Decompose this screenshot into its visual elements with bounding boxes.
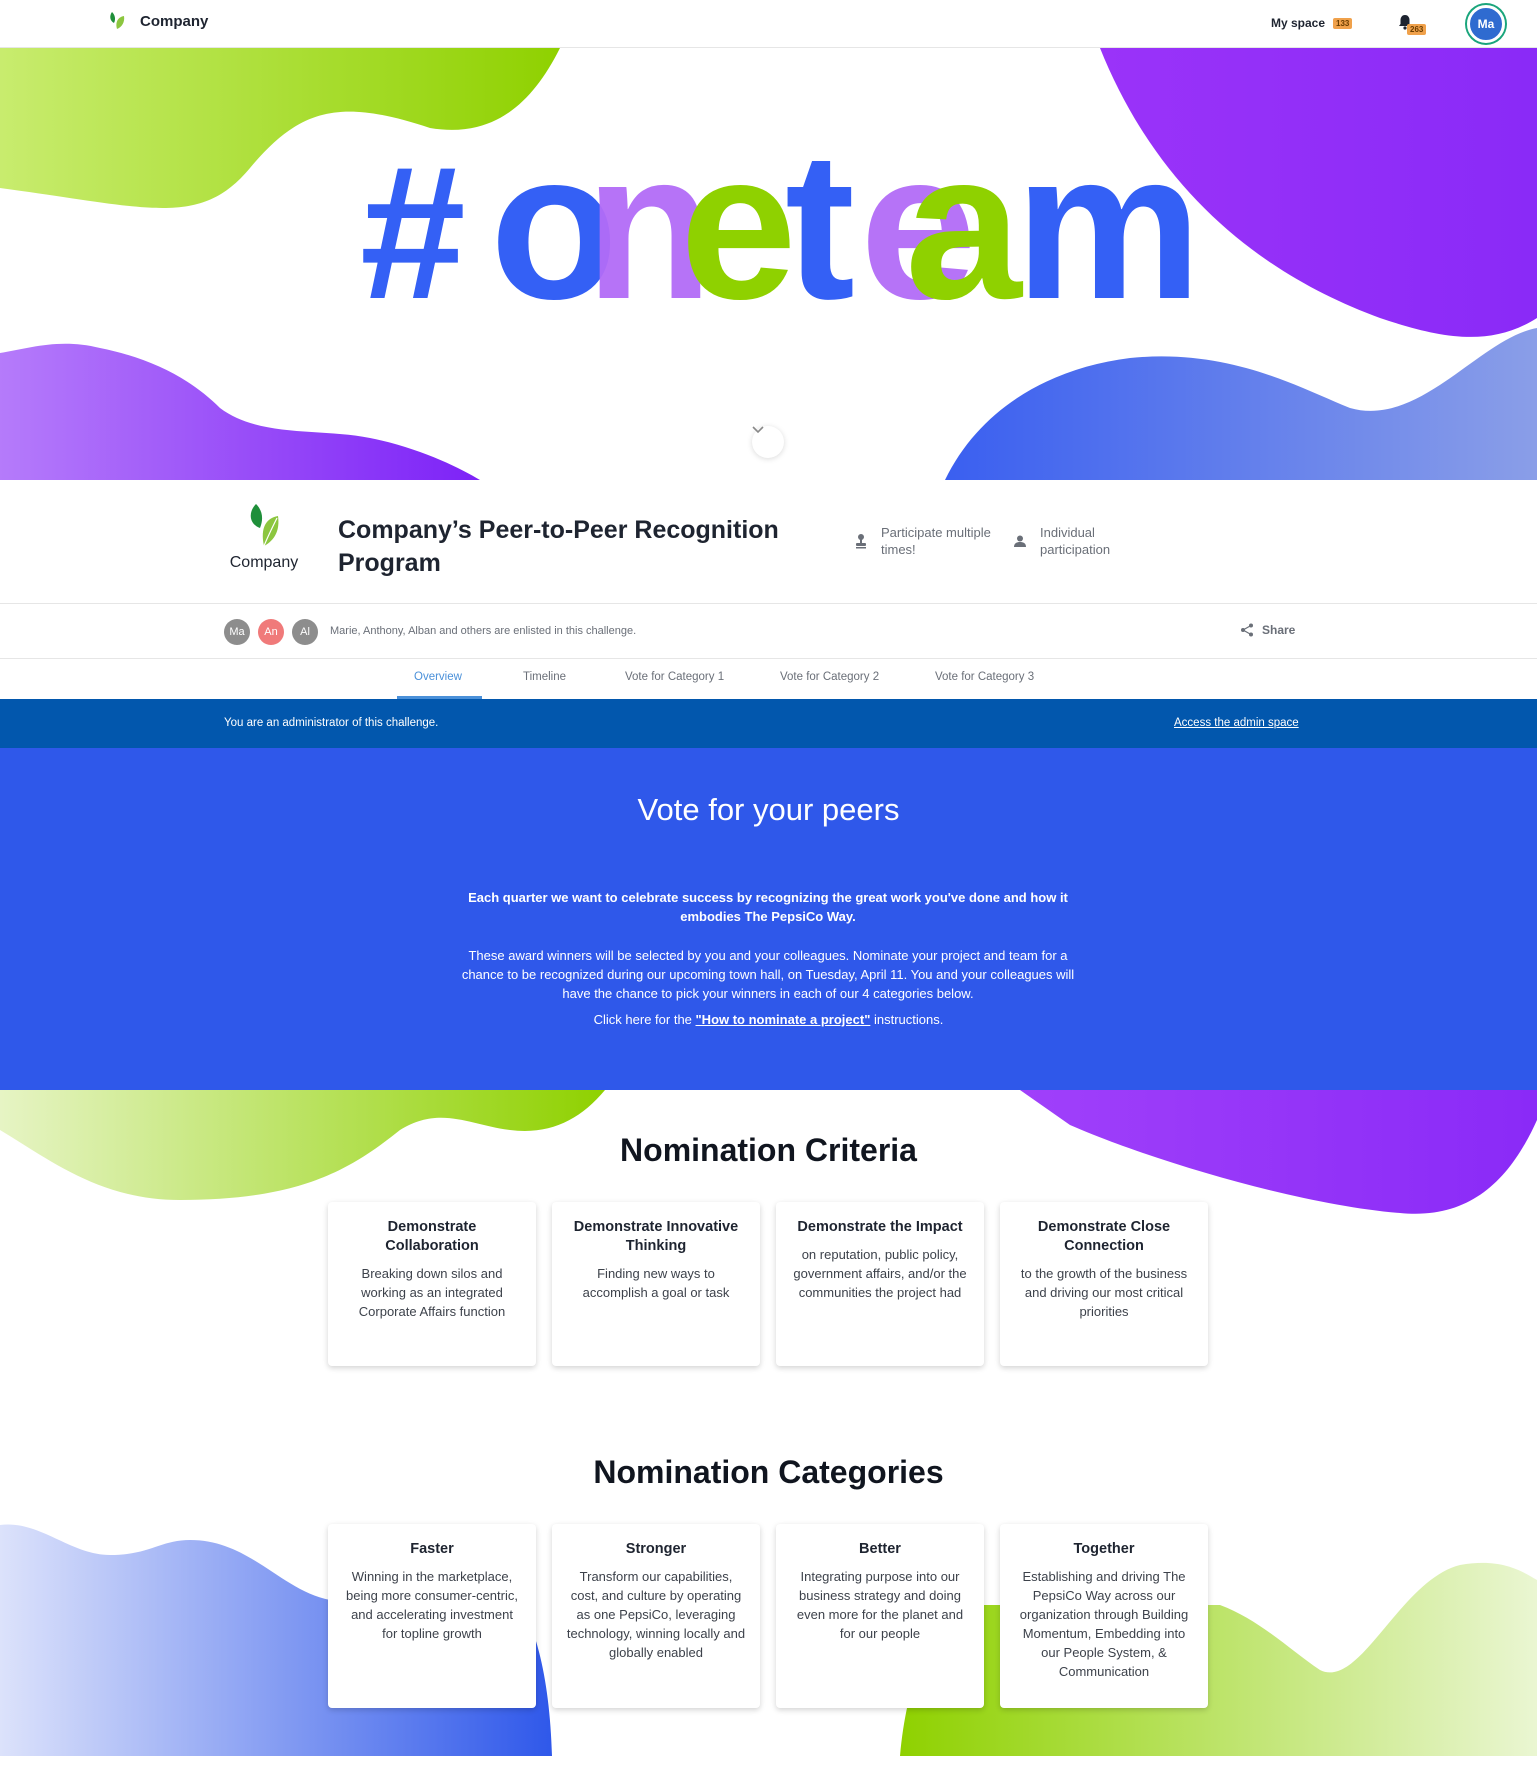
- challenge-title: Company’s Peer-to-Peer Recognition Progr…: [338, 516, 779, 577]
- user-avatar[interactable]: Ma: [1467, 5, 1505, 43]
- oneteam-headline: # o n e t e a m: [360, 108, 1211, 343]
- card-title: Demonstrate the Impact: [797, 1219, 963, 1235]
- criteria-cards: Demonstrate Collaboration Breaking down …: [328, 1202, 1208, 1366]
- vote-cta: Click here for the "How to nominate a pr…: [0, 1012, 1537, 1027]
- my-space-link[interactable]: My space 133: [1271, 16, 1353, 30]
- feature-individual: Individual participation: [1014, 524, 1150, 558]
- categories-title: Nomination Categories: [593, 1454, 944, 1490]
- nomination-criteria-section: Nomination Criteria Demonstrate Collabor…: [0, 1090, 1537, 1390]
- card-description: Winning in the marketplace, being more c…: [346, 1569, 518, 1641]
- card-title: Together: [1073, 1541, 1135, 1557]
- hero-background: # o n e t e a m: [0, 48, 1537, 480]
- scroll-down-button[interactable]: [752, 426, 784, 458]
- category-card: Better Integrating purpose into our busi…: [776, 1524, 984, 1708]
- wave-bottom-left: [0, 343, 480, 480]
- my-space-count-badge: 133: [1333, 17, 1353, 29]
- share-label: Share: [1262, 623, 1296, 637]
- participant-avatar[interactable]: Ma: [224, 619, 250, 645]
- vote-banner: Vote for your peers Each quarter we want…: [0, 748, 1537, 1090]
- tab-vote-category-3[interactable]: Vote for Category 3: [935, 671, 1034, 683]
- category-card: Together Establishing and driving The Pe…: [1000, 1524, 1208, 1708]
- vote-body-text: These award winners will be selected by …: [461, 948, 1075, 1001]
- participant-avatars: Ma An Al: [224, 619, 318, 645]
- person-icon: [1014, 535, 1026, 547]
- category-card: Stronger Transform our capabilities, cos…: [552, 1524, 760, 1708]
- admin-notice-text: You are an administrator of this challen…: [224, 717, 439, 729]
- criteria-card: Demonstrate Collaboration Breaking down …: [328, 1202, 536, 1366]
- card-title: Demonstrate Collaboration: [385, 1219, 479, 1254]
- admin-space-link[interactable]: Access the admin space: [1174, 717, 1299, 729]
- card-title: Demonstrate Close Connection: [1037, 1219, 1171, 1254]
- vote-title: Vote for your peers: [637, 792, 900, 827]
- card-description: Finding new ways to accomplish a goal or…: [582, 1266, 730, 1300]
- headline-t: t: [785, 108, 853, 343]
- feature-label: Participate multiple times!: [881, 525, 991, 557]
- card-description: Establishing and driving The PepsiCo Way…: [1019, 1569, 1189, 1679]
- headline-a: a: [905, 108, 1024, 343]
- criteria-card: Demonstrate Close Connection to the grow…: [1000, 1202, 1208, 1366]
- brand-home-link[interactable]: Company: [108, 10, 208, 32]
- feature-label: Individual participation: [1040, 525, 1111, 557]
- leaf-logo-icon: [110, 12, 125, 29]
- criteria-card: Demonstrate the Impact on reputation, pu…: [776, 1202, 984, 1366]
- nomination-categories-section: Nomination Categories Faster Winning in …: [0, 1440, 1537, 1760]
- top-navigation: Company My space 133 263 Ma: [0, 0, 1537, 48]
- participant-avatar[interactable]: An: [258, 619, 284, 645]
- card-title: Stronger: [625, 1541, 687, 1557]
- category-card: Faster Winning in the marketplace, being…: [328, 1524, 536, 1708]
- vote-lead-text: Each quarter we want to celebrate succes…: [468, 890, 1068, 924]
- card-description: Transform our capabilities, cost, and cu…: [566, 1569, 746, 1660]
- challenge-tabs: Overview Timeline Vote for Category 1 Vo…: [0, 659, 1537, 699]
- criteria-card: Demonstrate Innovative Thinking Finding …: [552, 1202, 760, 1366]
- feature-participate-multiple: Participate multiple times!: [855, 524, 991, 558]
- brand-name: Company: [140, 12, 209, 30]
- card-title: Better: [859, 1541, 901, 1557]
- wave-top-left: [0, 48, 560, 208]
- chevron-down-icon: [752, 426, 764, 434]
- criteria-title: Nomination Criteria: [620, 1132, 917, 1168]
- stamp-icon: [856, 534, 866, 549]
- how-to-nominate-link[interactable]: "How to nominate a project": [696, 1012, 871, 1027]
- challenge-logo: Company: [224, 502, 304, 572]
- headline-hash: #: [360, 127, 463, 339]
- challenge-logo-text: Company: [229, 554, 299, 571]
- participant-avatar[interactable]: Al: [292, 619, 318, 645]
- admin-notice-bar: You are an administrator of this challen…: [0, 699, 1537, 748]
- hero-banner: # o n e t e a m: [0, 48, 1537, 480]
- headline-m: m: [1015, 108, 1189, 343]
- challenge-header: Company Company’s Peer-to-Peer Recogniti…: [0, 480, 1537, 604]
- tab-timeline[interactable]: Timeline: [523, 671, 566, 683]
- cta-suffix: instructions.: [870, 1012, 944, 1027]
- card-title: Faster: [410, 1541, 454, 1557]
- cta-prefix: Click here for the: [593, 1012, 696, 1027]
- card-description: Integrating purpose into our business st…: [796, 1569, 964, 1641]
- category-cards: Faster Winning in the marketplace, being…: [328, 1524, 1208, 1708]
- tab-vote-category-1[interactable]: Vote for Category 1: [625, 671, 724, 683]
- card-description: on reputation, public policy, government…: [793, 1247, 967, 1300]
- participants-row: Ma An Al Marie, Anthony, Alban and other…: [0, 605, 1537, 659]
- card-title: Demonstrate Innovative Thinking: [573, 1219, 739, 1254]
- leaf-logo-icon: [250, 504, 279, 547]
- wave-bottom-right: [945, 328, 1537, 480]
- my-space-label: My space: [1271, 16, 1326, 30]
- notifications-button[interactable]: 263: [1398, 14, 1427, 35]
- headline-e1: e: [680, 108, 790, 343]
- share-icon: [1241, 623, 1253, 637]
- notifications-count-badge: 263: [1407, 24, 1427, 35]
- share-button[interactable]: Share: [1240, 623, 1295, 637]
- tab-vote-category-2[interactable]: Vote for Category 2: [780, 671, 879, 683]
- participants-text: Marie, Anthony, Alban and others are enl…: [330, 625, 637, 637]
- card-description: Breaking down silos and working as an in…: [358, 1266, 506, 1319]
- tab-overview[interactable]: Overview: [414, 671, 462, 683]
- card-description: to the growth of the business and drivin…: [1020, 1266, 1188, 1319]
